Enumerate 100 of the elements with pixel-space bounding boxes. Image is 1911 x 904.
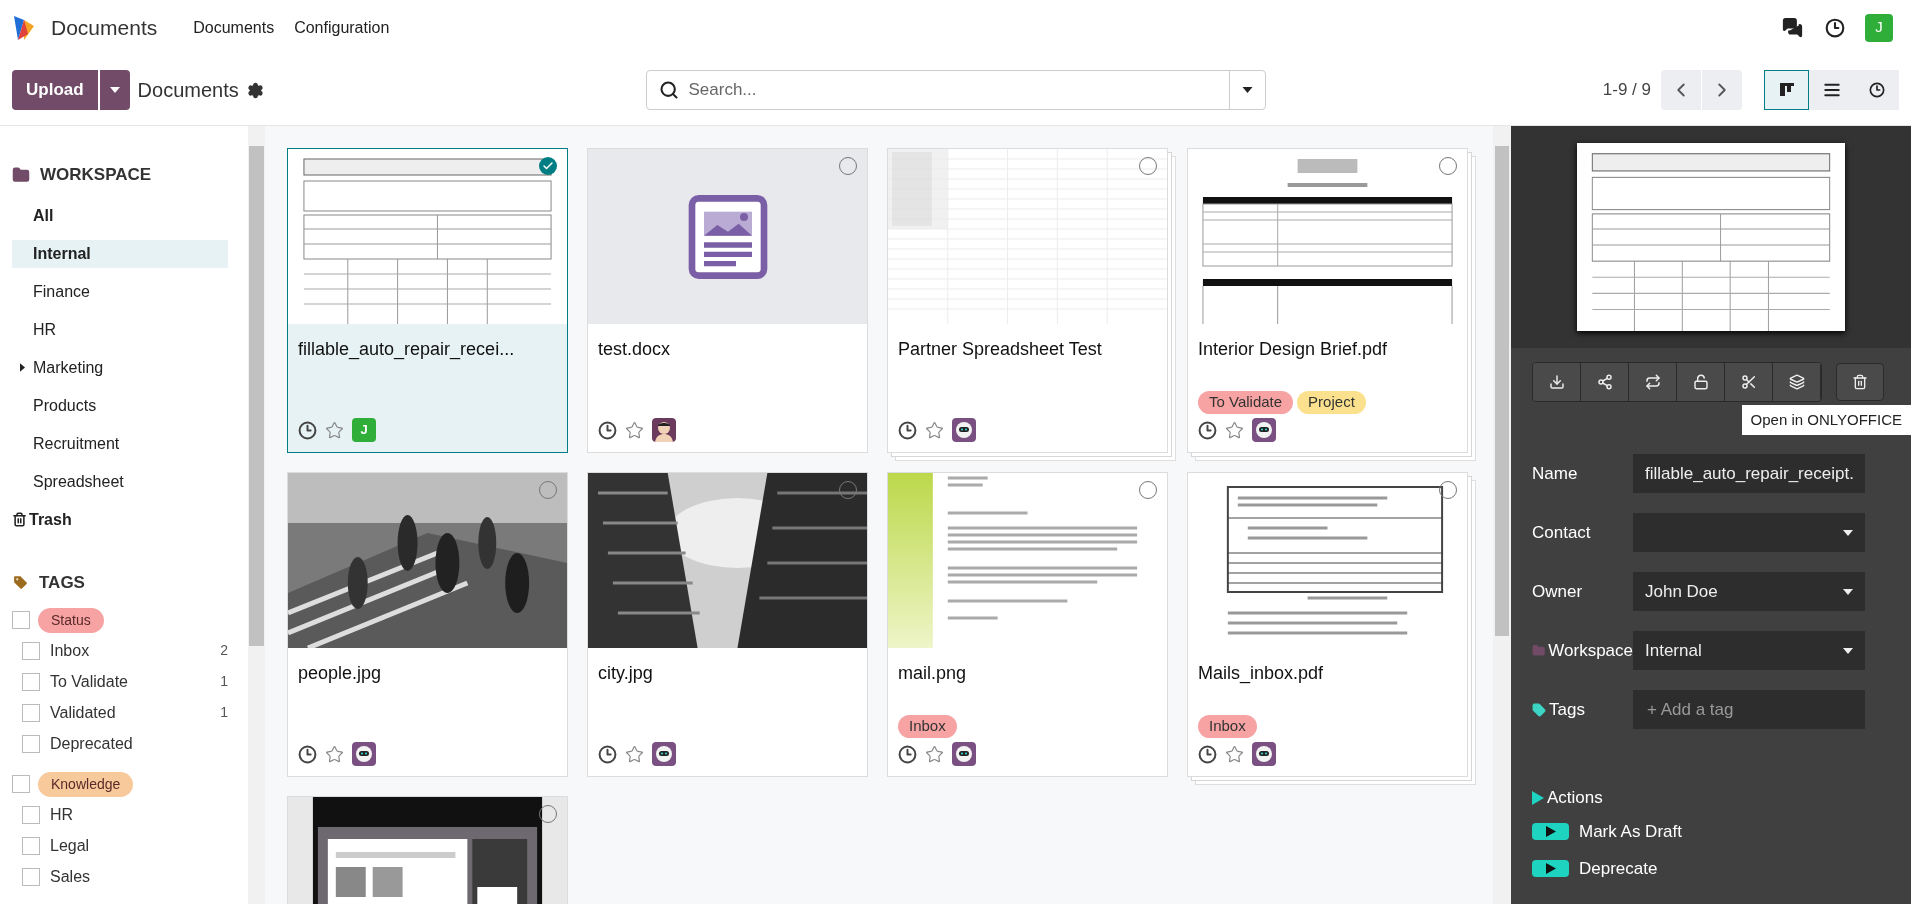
- view-switch-button[interactable]: [1764, 70, 1809, 110]
- menu-item[interactable]: Documents: [183, 9, 285, 46]
- activity-clock-icon[interactable]: [598, 420, 617, 440]
- checkbox[interactable]: [22, 805, 40, 824]
- download-icon: [1548, 374, 1565, 390]
- activity-clock-icon[interactable]: [298, 744, 317, 764]
- play-icon: [1532, 823, 1569, 840]
- checkbox[interactable]: [22, 641, 40, 660]
- toolbar-button[interactable]: [1581, 363, 1629, 401]
- caret-icon: [109, 87, 120, 93]
- upload-button[interactable]: Upload: [12, 70, 98, 110]
- checkbox[interactable]: [22, 703, 40, 722]
- star-icon[interactable]: [625, 744, 644, 764]
- checkbox[interactable]: [12, 611, 30, 629]
- tag-label[interactable]: HR: [50, 802, 74, 827]
- select-field[interactable]: Internal: [1633, 631, 1865, 670]
- checkbox[interactable]: [12, 775, 30, 793]
- workspace-item[interactable]: Recruitment: [12, 429, 228, 458]
- name-field[interactable]: fillable_auto_repair_receipt.: [1633, 454, 1865, 493]
- checkbox[interactable]: [22, 734, 40, 753]
- app-name[interactable]: Documents: [51, 11, 158, 44]
- chat-icon[interactable]: [1782, 17, 1803, 38]
- tag-label[interactable]: Inbox: [50, 638, 90, 663]
- select-field[interactable]: John Doe: [1633, 572, 1865, 611]
- search-bar[interactable]: Search...: [645, 70, 1266, 110]
- breadcrumb-title: Documents: [137, 78, 239, 103]
- activity-clock-icon[interactable]: [1198, 420, 1217, 440]
- workspace-item[interactable]: Internal: [12, 239, 228, 268]
- toolbar-button[interactable]: [1725, 363, 1773, 401]
- settings-icon[interactable]: [246, 81, 264, 99]
- next-button[interactable]: [1702, 70, 1742, 110]
- workspace-item[interactable]: Spreadsheet: [12, 467, 228, 496]
- caret-icon: [1843, 529, 1853, 536]
- search-input[interactable]: Search...: [688, 77, 1229, 103]
- tag-label[interactable]: Sales: [50, 864, 91, 889]
- activity-clock-icon[interactable]: [1198, 744, 1217, 764]
- upload-menu-button[interactable]: [99, 70, 130, 110]
- star-icon[interactable]: [925, 744, 944, 764]
- workspace-item[interactable]: Products: [12, 391, 228, 420]
- previous-button[interactable]: [1661, 70, 1701, 110]
- field-label: Tags: [1549, 698, 1585, 721]
- tag-label[interactable]: Legal: [50, 833, 90, 858]
- section-title: TAGS: [39, 571, 85, 594]
- bot-avatar: [1252, 418, 1276, 442]
- document-name: people.jpg: [298, 662, 383, 685]
- trash-icon: [1852, 374, 1868, 390]
- tags-field[interactable]: + Add a tag: [1633, 690, 1865, 729]
- star-icon[interactable]: [1225, 420, 1244, 440]
- field-label: Name: [1532, 462, 1578, 485]
- checkbox[interactable]: [22, 836, 40, 855]
- star-icon[interactable]: [325, 744, 344, 764]
- tooltip: Open in ONLYOFFICE: [1741, 405, 1911, 435]
- bot-avatar: [652, 742, 676, 766]
- star-icon[interactable]: [925, 420, 944, 440]
- scrollbar[interactable]: [248, 126, 265, 904]
- field-label: Workspace: [1548, 639, 1633, 662]
- tag-label[interactable]: To Validate: [50, 669, 128, 694]
- toolbar-button[interactable]: [1677, 363, 1725, 401]
- document-name: Mails_inbox.pdf: [1198, 662, 1325, 686]
- caret-icon: [1843, 647, 1853, 654]
- bot-avatar: [952, 418, 976, 442]
- tag-label[interactable]: Deprecated: [50, 731, 133, 756]
- action-link[interactable]: Deprecate: [1579, 855, 1658, 882]
- star-icon[interactable]: [625, 420, 644, 440]
- search-icon: [658, 80, 679, 100]
- delete-button[interactable]: [1836, 363, 1884, 401]
- activity-clock-icon[interactable]: [598, 744, 617, 764]
- tag-group-label: Knowledge: [38, 771, 134, 797]
- unlock-icon: [1692, 374, 1709, 390]
- tag-count: 2: [220, 641, 228, 660]
- trash-item[interactable]: Trash: [29, 507, 72, 532]
- select-field[interactable]: [1633, 513, 1865, 552]
- workspace-item[interactable]: HR: [12, 315, 228, 344]
- workspace-item[interactable]: Finance: [12, 277, 228, 306]
- document-name: Interior Design Brief.pdf: [1198, 338, 1389, 361]
- layers-icon: [1788, 374, 1805, 390]
- checkbox[interactable]: [22, 672, 40, 691]
- section-title: WORKSPACE: [40, 164, 152, 186]
- menu-item[interactable]: Configuration: [284, 9, 400, 46]
- workspace-item[interactable]: Marketing: [12, 353, 228, 382]
- workspace-item[interactable]: All: [12, 201, 228, 230]
- star-icon[interactable]: [1225, 744, 1244, 764]
- tag-pill: To Validate: [1198, 391, 1294, 414]
- star-icon[interactable]: [325, 420, 344, 440]
- scrollbar[interactable]: [1493, 126, 1511, 904]
- activity-clock-icon[interactable]: [898, 420, 917, 440]
- tag-label[interactable]: Validated: [50, 700, 116, 725]
- pager-value[interactable]: 1-9 / 9: [1602, 77, 1651, 103]
- activity-clock-icon[interactable]: [898, 744, 917, 764]
- clock-icon[interactable]: [1825, 17, 1845, 38]
- toolbar-button[interactable]: [1629, 363, 1677, 401]
- toolbar-button[interactable]: [1773, 363, 1821, 401]
- triangle-right-icon: [1532, 791, 1544, 805]
- checkbox[interactable]: [22, 867, 40, 886]
- activity-clock-icon[interactable]: [298, 420, 317, 440]
- tag-pill: Inbox: [898, 715, 957, 738]
- action-link[interactable]: Mark As Draft: [1579, 818, 1682, 845]
- document-name: city.jpg: [598, 662, 654, 685]
- tag-pill: Project: [1297, 391, 1366, 414]
- toolbar-button[interactable]: [1533, 363, 1581, 401]
